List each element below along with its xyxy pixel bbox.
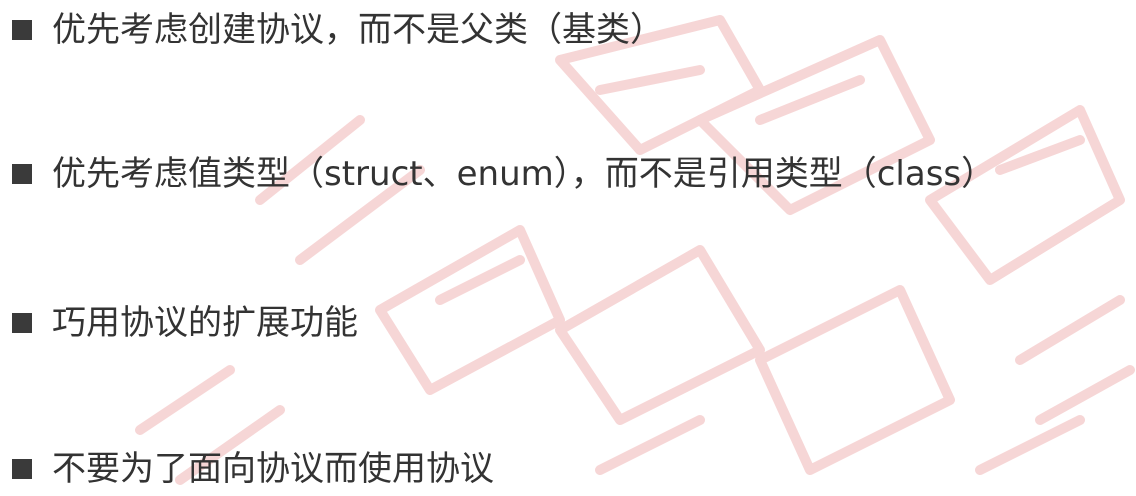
bullet-item-4: 不要为了面向协议而使用协议 [12, 447, 494, 491]
watermark-graphic [135, 15, 1135, 485]
bullet-text: 优先考虑值类型（struct、enum），而不是引用类型（class） [52, 154, 996, 194]
bullet-text: 不要为了面向协议而使用协议 [52, 449, 494, 489]
square-bullet-icon [12, 313, 32, 333]
square-bullet-icon [12, 459, 32, 479]
bullet-item-1: 优先考虑创建协议，而不是父类（基类） [12, 8, 664, 52]
bullet-text: 优先考虑创建协议，而不是父类（基类） [52, 10, 664, 50]
square-bullet-icon [12, 164, 32, 184]
bullet-text: 巧用协议的扩展功能 [52, 303, 358, 343]
square-bullet-icon [12, 20, 32, 40]
bullet-item-3: 巧用协议的扩展功能 [12, 301, 358, 345]
bullet-item-2: 优先考虑值类型（struct、enum），而不是引用类型（class） [12, 152, 995, 196]
